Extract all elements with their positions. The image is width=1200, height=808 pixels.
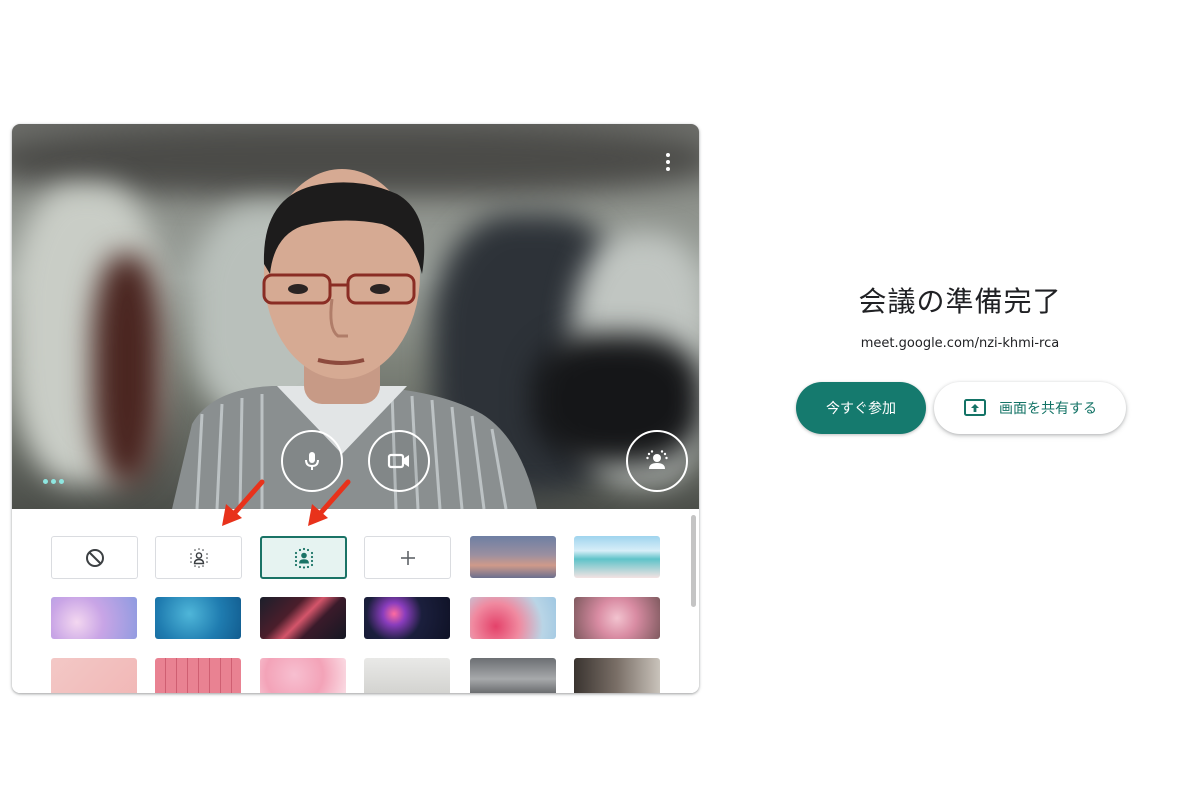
join-now-label: 今すぐ参加 <box>826 401 896 417</box>
background-thumb-gray-room[interactable] <box>470 658 556 693</box>
meeting-url: meet.google.com/nzi-khmi-rca <box>860 336 1060 351</box>
blur-person-light-icon <box>189 547 208 568</box>
annotation-arrow-left <box>222 479 265 526</box>
camera-preview <box>12 124 699 509</box>
add-background-option[interactable] <box>364 536 451 579</box>
present-screen-icon <box>964 399 986 416</box>
join-now-button[interactable]: 今すぐ参加 <box>796 382 926 434</box>
background-thumb-sunset[interactable] <box>470 536 556 578</box>
plus-icon <box>400 550 415 565</box>
panel-scrollbar[interactable] <box>691 515 696 607</box>
background-thumb-floral[interactable] <box>260 658 346 693</box>
background-thumb-pink-blossoms[interactable] <box>574 597 660 639</box>
more-options-button[interactable] <box>660 148 676 176</box>
present-screen-button[interactable]: 画面を共有する <box>934 382 1126 434</box>
background-thumb-pink-confetti[interactable] <box>51 658 137 693</box>
background-thumb-flowers-sky[interactable] <box>470 597 556 639</box>
no-background-option[interactable] <box>51 536 138 579</box>
slight-blur-option[interactable] <box>155 536 242 579</box>
microphone-icon <box>305 452 319 470</box>
background-thumb-pool-water[interactable] <box>155 597 241 639</box>
background-effects-button[interactable] <box>626 430 688 492</box>
camera-button[interactable] <box>368 430 430 492</box>
no-entry-icon <box>85 548 104 567</box>
background-thumb-white-room[interactable] <box>364 658 450 693</box>
background-thumb-fireworks[interactable] <box>364 597 450 639</box>
camera-icon <box>387 453 409 469</box>
dots-indicator-icon <box>43 479 64 484</box>
background-effects-icon <box>646 450 668 469</box>
background-thumb-beach[interactable] <box>574 536 660 578</box>
background-selection-panel <box>12 509 699 693</box>
annotation-arrow-right <box>308 479 351 526</box>
blur-person-strong-icon <box>294 547 313 569</box>
background-thumb-nebula[interactable] <box>260 597 346 639</box>
blur-option[interactable] <box>260 536 347 579</box>
present-screen-label: 画面を共有する <box>999 401 1097 417</box>
background-thumb-pink-grid[interactable] <box>155 658 241 693</box>
ready-title: 会議の準備完了 <box>858 285 1062 318</box>
participant-video <box>172 169 537 509</box>
more-vert-icon <box>666 153 670 157</box>
preview-card <box>12 124 699 693</box>
background-thumb-dark-room[interactable] <box>574 658 660 693</box>
background-thumb-pastel-clouds[interactable] <box>51 597 137 639</box>
